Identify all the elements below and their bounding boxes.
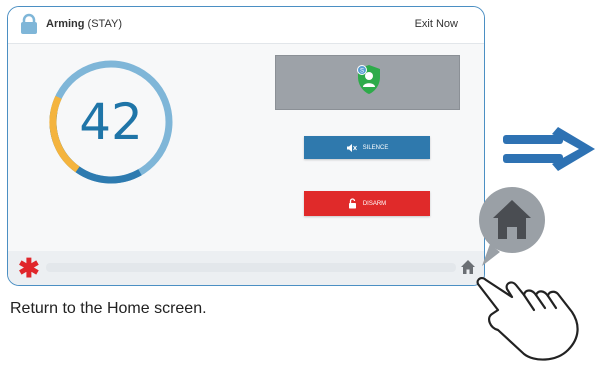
disarm-button[interactable]: DISARM xyxy=(304,191,430,216)
footer-bar: ✱ xyxy=(8,251,484,285)
exit-now-button[interactable]: Exit Now xyxy=(415,18,458,30)
silence-button-label: SILENCE xyxy=(362,144,389,151)
arming-status-title: Arming (STAY) xyxy=(46,18,122,30)
security-panel-screen: Arming (STAY) Exit Now 42 S SILENCE DISA… xyxy=(7,6,485,286)
status-badge: S xyxy=(360,69,364,75)
header-bar: Arming (STAY) Exit Now xyxy=(8,7,484,44)
double-arrow-icon xyxy=(503,127,595,171)
home-button-callout xyxy=(479,187,545,266)
shield-user-icon: S xyxy=(357,65,380,94)
padlock-icon xyxy=(21,13,37,34)
system-status-panel[interactable]: S xyxy=(275,55,460,110)
disarm-button-label: DISARM xyxy=(362,200,387,207)
footer-track xyxy=(46,263,456,272)
countdown-value: 42 xyxy=(79,93,143,151)
pointing-hand-icon xyxy=(476,277,579,361)
silence-button[interactable]: SILENCE xyxy=(304,136,430,159)
instruction-caption: Return to the Home screen. xyxy=(10,300,207,317)
speaker-mute-icon xyxy=(346,143,357,152)
emergency-asterisk-icon[interactable]: ✱ xyxy=(18,255,40,281)
unlock-icon xyxy=(348,198,356,209)
